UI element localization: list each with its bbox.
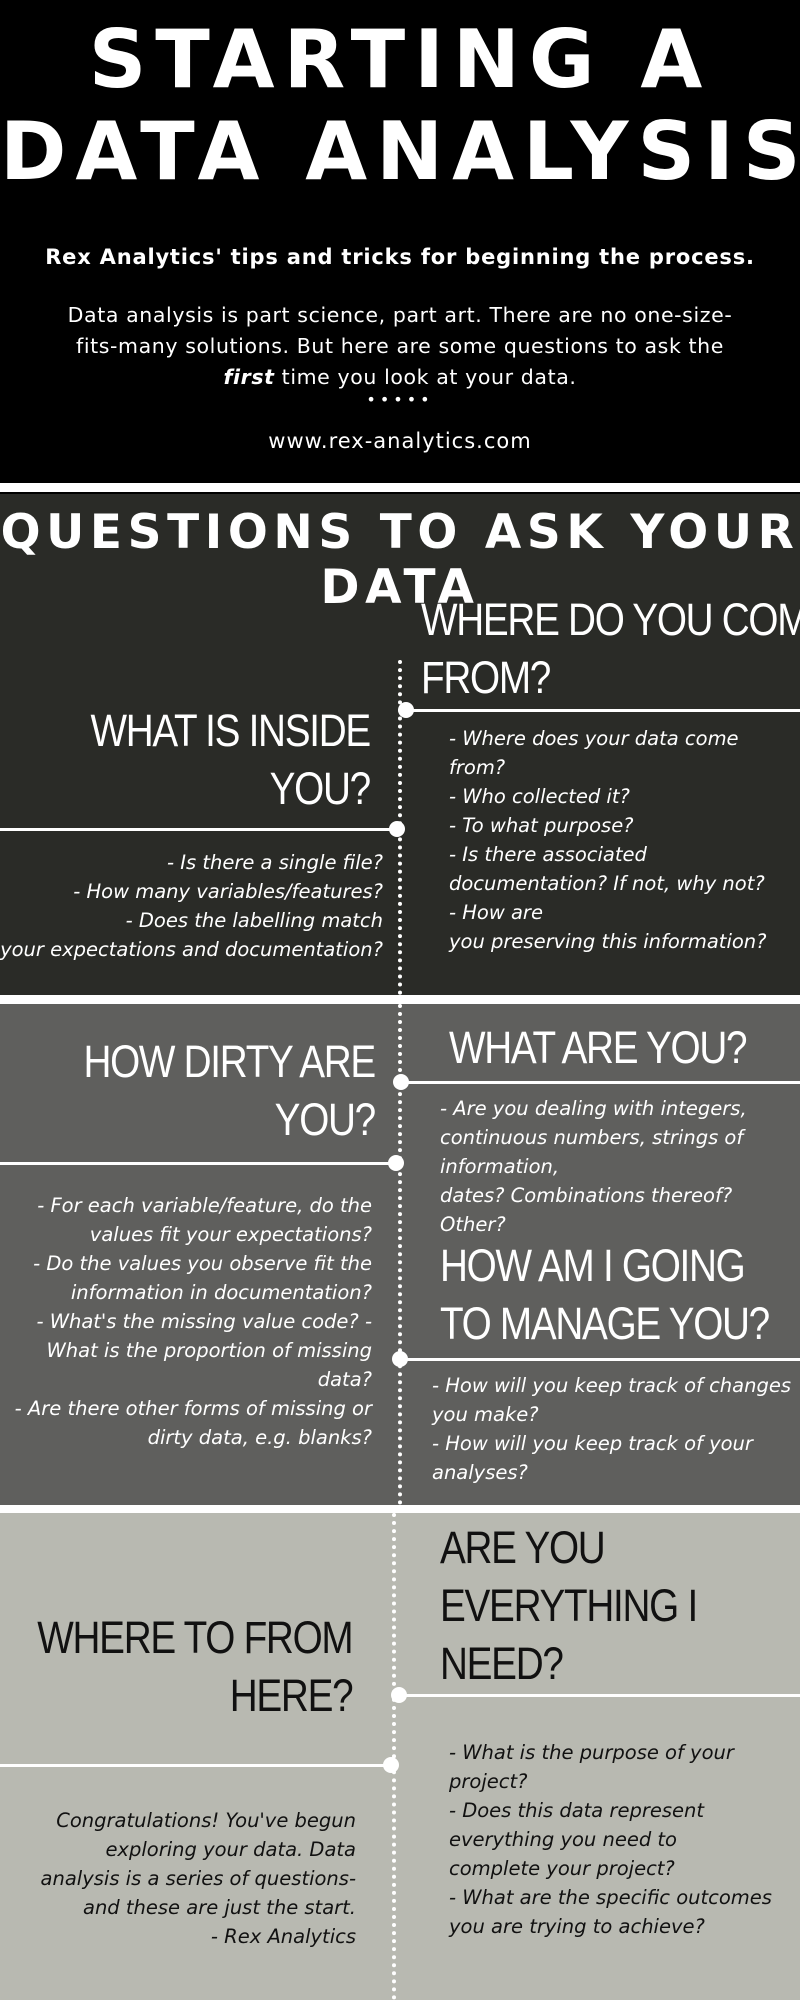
timeline-node — [398, 702, 414, 718]
section-questions-mid: WHAT ARE YOU? - Are you dealing with int… — [0, 1004, 800, 1505]
intro-line-3-rest: time you look at your data. — [274, 365, 577, 389]
timeline-branch-right — [404, 709, 800, 712]
timeline-branch-left — [0, 1764, 392, 1767]
timeline-node — [389, 821, 405, 837]
list-what-are-you: - Are you dealing with integers, continu… — [440, 1097, 747, 1236]
title-line-1: STARTING A — [88, 13, 712, 106]
section-divider — [0, 483, 800, 492]
dots-separator: ••••• — [366, 390, 434, 409]
section-questions-dark: QUESTIONS TO ASK YOUR DATA WHERE DO YOU … — [0, 494, 800, 995]
signature-text: - Rex Analytics — [210, 1925, 356, 1948]
timeline-node — [392, 1351, 408, 1367]
header-section: STARTING A DATA ANALYSIS Rex Analytics' … — [0, 0, 800, 483]
timeline-branch-left — [0, 828, 400, 831]
section-questions-light: ARE YOU EVERYTHING I NEED? - What is the… — [0, 1513, 800, 2000]
closing-message: Congratulations! You've begun exploring … — [41, 1806, 356, 1951]
heading-what-is-inside-you: WHAT IS INSIDE YOU? — [90, 705, 372, 814]
timeline-branch-left — [0, 1162, 398, 1165]
heading-where-do-you-come-from: WHERE DO YOU COME FROM? — [421, 594, 800, 703]
heading-how-am-i-going-to-manage-you: HOW AM I GOING TO MANAGE YOU? — [440, 1240, 770, 1349]
heading-what-are-you: WHAT ARE YOU? — [449, 1022, 748, 1073]
timeline-branch-right — [404, 1358, 800, 1361]
list-how-dirty-are-you: - For each variable/feature, do the valu… — [14, 1194, 372, 1449]
heading-how-dirty-are-you: HOW DIRTY ARE YOU? — [83, 1036, 377, 1145]
list-what-is-inside-you: - Is there a single file? - How many var… — [0, 851, 383, 961]
website-link[interactable]: www.rex-analytics.com — [0, 429, 800, 453]
list-are-you-everything-i-need: - What is the purpose of your project? -… — [449, 1741, 772, 1938]
page-title: STARTING A DATA ANALYSIS — [0, 14, 800, 198]
tagline: Rex Analytics' tips and tricks for begin… — [45, 245, 755, 269]
intro-line-3: first time you look at your data. — [50, 362, 750, 393]
timeline-node — [393, 1074, 409, 1090]
intro-emphasis: first — [223, 365, 275, 389]
section-divider — [0, 995, 800, 1004]
list-how-am-i-going-to-manage-you: - How will you keep track of changes you… — [432, 1374, 792, 1484]
timeline-node — [383, 1757, 399, 1773]
intro-paragraph: Data analysis is part science, part art.… — [50, 300, 750, 393]
heading-are-you-everything-i-need: ARE YOU EVERYTHING I NEED? — [440, 1522, 698, 1689]
section-divider — [0, 1505, 800, 1513]
title-line-2: DATA ANALYSIS — [0, 105, 800, 198]
timeline-branch-right — [404, 1081, 800, 1084]
timeline-branch-right — [398, 1694, 800, 1697]
intro-line-1: Data analysis is part science, part art.… — [67, 303, 733, 327]
list-where-do-you-come-from: - Where does your data come from? - Who … — [449, 727, 767, 953]
timeline-node — [388, 1155, 404, 1171]
timeline-node — [391, 1687, 407, 1703]
heading-where-to-from-here: WHERE TO FROM HERE? — [36, 1612, 353, 1721]
intro-line-2: fits-many solutions. But here are some q… — [76, 334, 724, 358]
infographic: STARTING A DATA ANALYSIS Rex Analytics' … — [0, 0, 800, 2000]
